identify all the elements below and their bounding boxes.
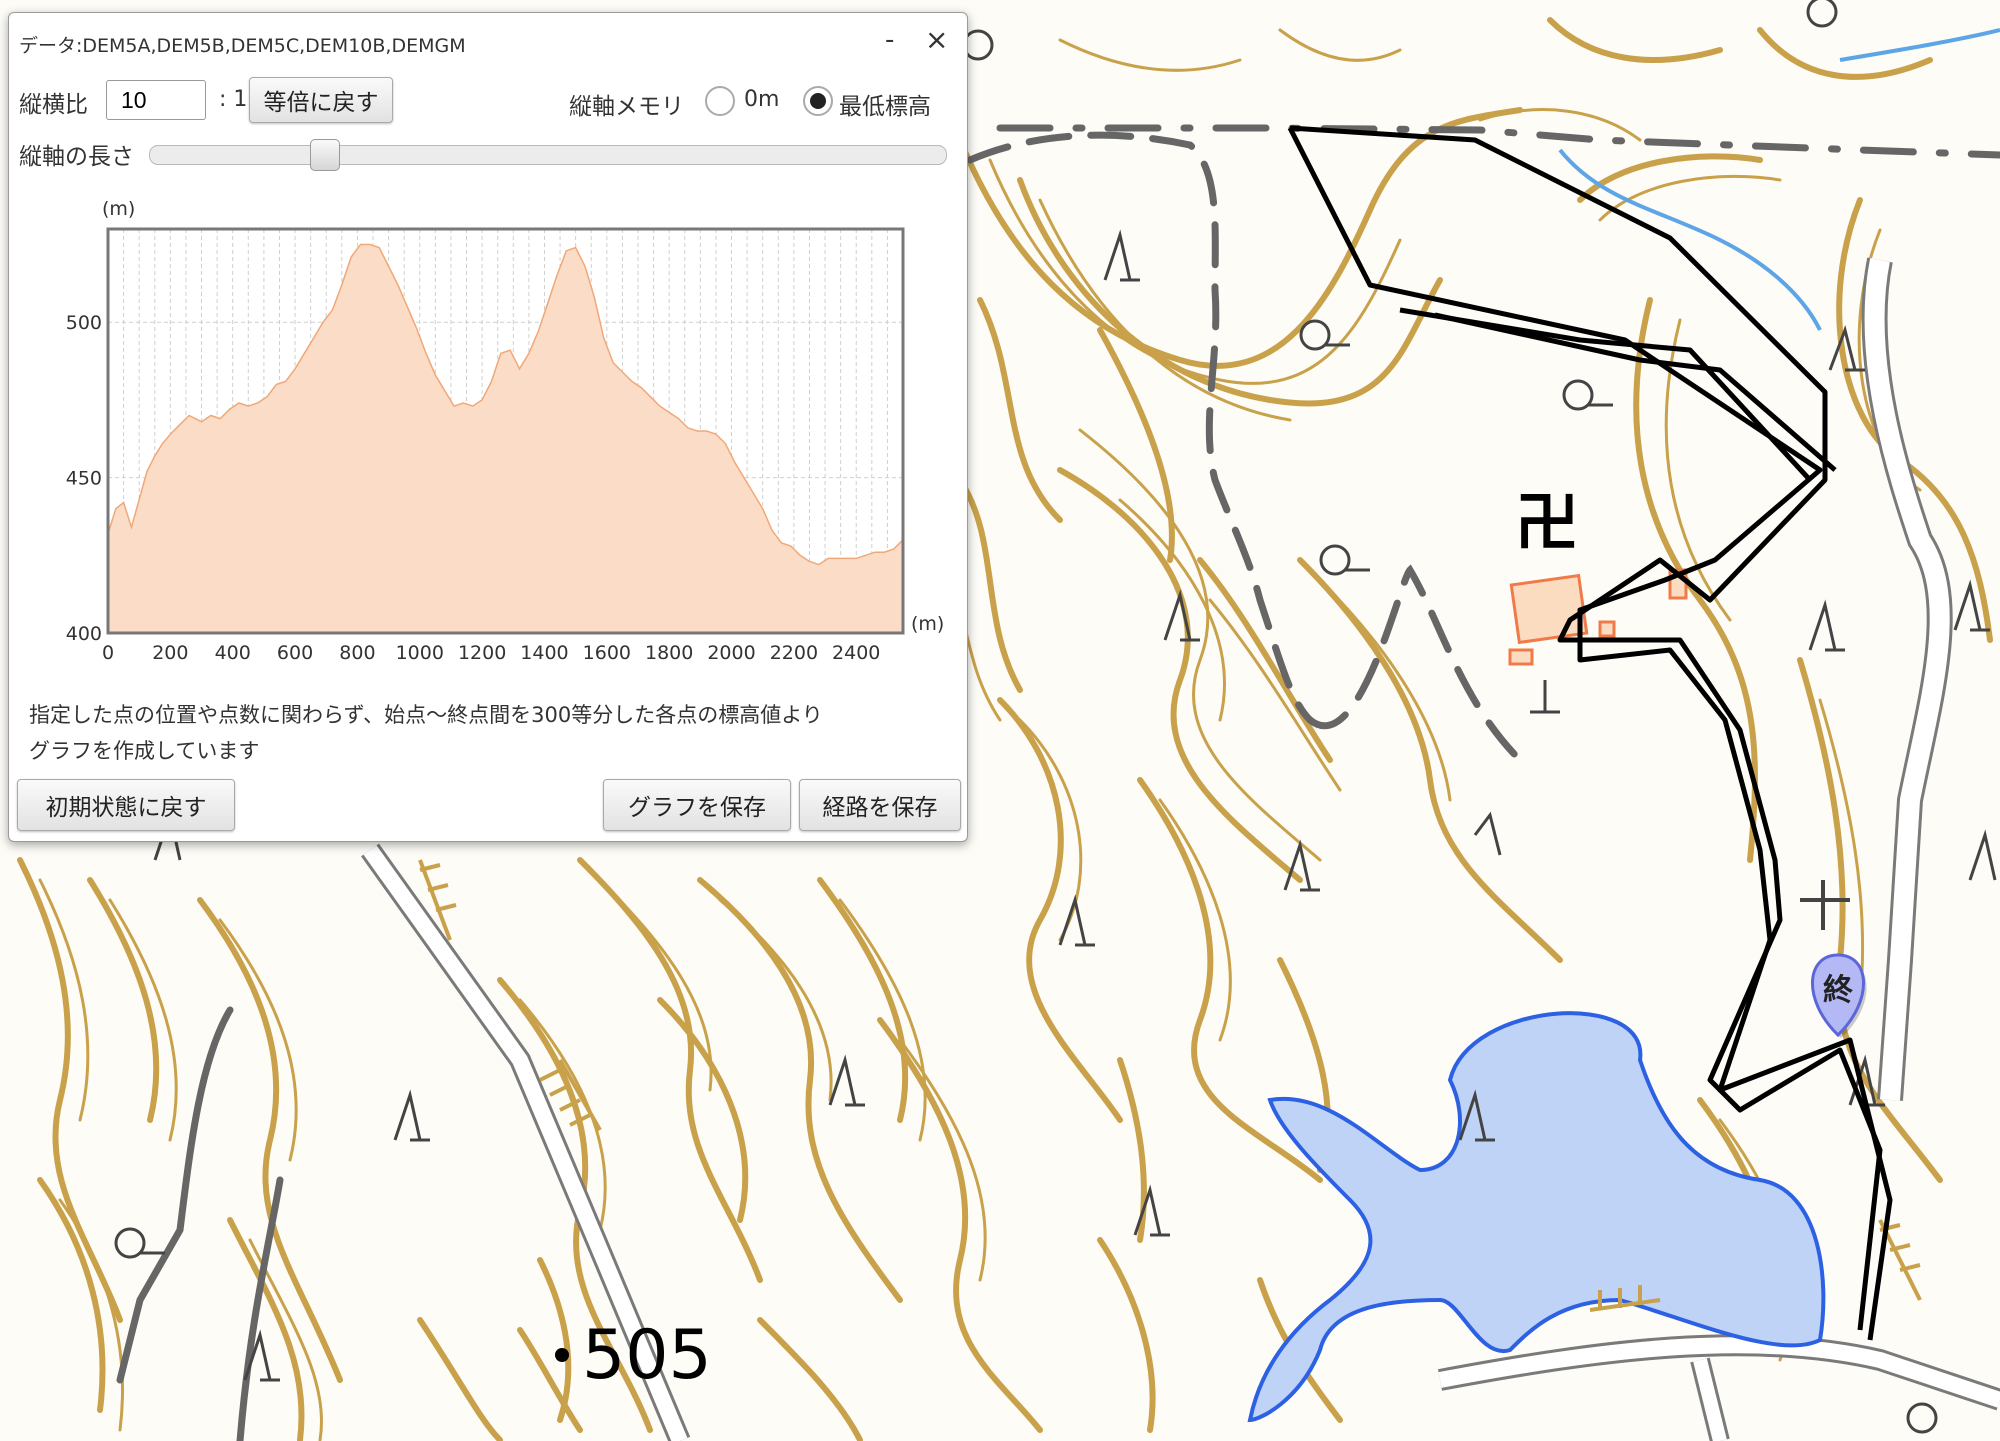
x-tick-label: 1600 <box>583 642 631 664</box>
axis-length-slider[interactable] <box>149 145 947 165</box>
note-line-2: グラフを作成しています <box>29 739 260 763</box>
x-tick-label: 1000 <box>396 642 444 664</box>
y-tick-label: 450 <box>66 468 102 490</box>
radio-min-elevation[interactable] <box>803 86 833 116</box>
reset-ratio-button-label: 等倍に戻す <box>263 90 379 116</box>
reset-button[interactable]: 初期状態に戻す <box>17 779 235 831</box>
y-tick-label: 500 <box>66 312 102 334</box>
x-axis-unit: (m) <box>911 613 944 635</box>
radio-min-elevation-label: 最低標高 <box>839 94 931 120</box>
x-tick-label: 800 <box>339 642 375 664</box>
axis-length-slider-thumb[interactable] <box>310 139 341 171</box>
x-tick-label: 0 <box>102 642 114 664</box>
elevation-point <box>555 1348 569 1362</box>
x-tick-label: 1200 <box>458 642 506 664</box>
x-tick-label: 2000 <box>707 642 755 664</box>
axis-length-label: 縦軸の長さ <box>19 144 134 170</box>
elevation-label: 505 <box>582 1316 712 1395</box>
x-tick-label: 2200 <box>770 642 818 664</box>
x-tick-label: 600 <box>277 642 313 664</box>
ratio-label: 縦横比 <box>19 92 88 118</box>
x-tick-label: 1800 <box>645 642 693 664</box>
panel-title: データ:DEM5A,DEM5B,DEM5C,DEM10B,DEMGM <box>19 35 466 57</box>
x-tick-label: 2400 <box>832 642 880 664</box>
reset-button-label: 初期状態に戻す <box>45 795 207 821</box>
axis-memory-label: 縦軸メモリ <box>569 94 684 120</box>
end-marker-label: 終 <box>1823 973 1853 1008</box>
y-tick-label: 400 <box>66 623 102 645</box>
save-graph-button[interactable]: グラフを保存 <box>603 779 791 831</box>
y-axis-unit: (m) <box>102 198 135 220</box>
save-graph-button-label: グラフを保存 <box>628 795 766 821</box>
elevation-chart: 400 450 500 0 200 400 600 800 1000 1200 1400 1600 18… <box>66 198 945 664</box>
save-route-button[interactable]: 経路を保存 <box>799 779 961 831</box>
reset-ratio-button[interactable]: 等倍に戻す <box>249 77 393 123</box>
x-tick-label: 200 <box>152 642 188 664</box>
close-button[interactable]: × <box>925 23 948 56</box>
radio-zero[interactable] <box>705 86 735 116</box>
save-route-button-label: 経路を保存 <box>822 795 938 821</box>
ratio-input[interactable] <box>106 80 206 120</box>
temple-symbol: 卍 <box>1515 487 1579 561</box>
radio-zero-label: 0m <box>744 87 780 112</box>
ratio-suffix: : 1 <box>219 87 248 112</box>
minimize-button[interactable]: - <box>885 25 894 55</box>
x-tick-label: 400 <box>215 642 251 664</box>
note-line-1: 指定した点の位置や点数に関わらず、始点～終点間を300等分した各点の標高値より <box>29 703 823 727</box>
elevation-profile-panel: データ:DEM5A,DEM5B,DEM5C,DEM10B,DEMGM - × 縦… <box>8 12 968 842</box>
x-tick-label: 1400 <box>520 642 568 664</box>
